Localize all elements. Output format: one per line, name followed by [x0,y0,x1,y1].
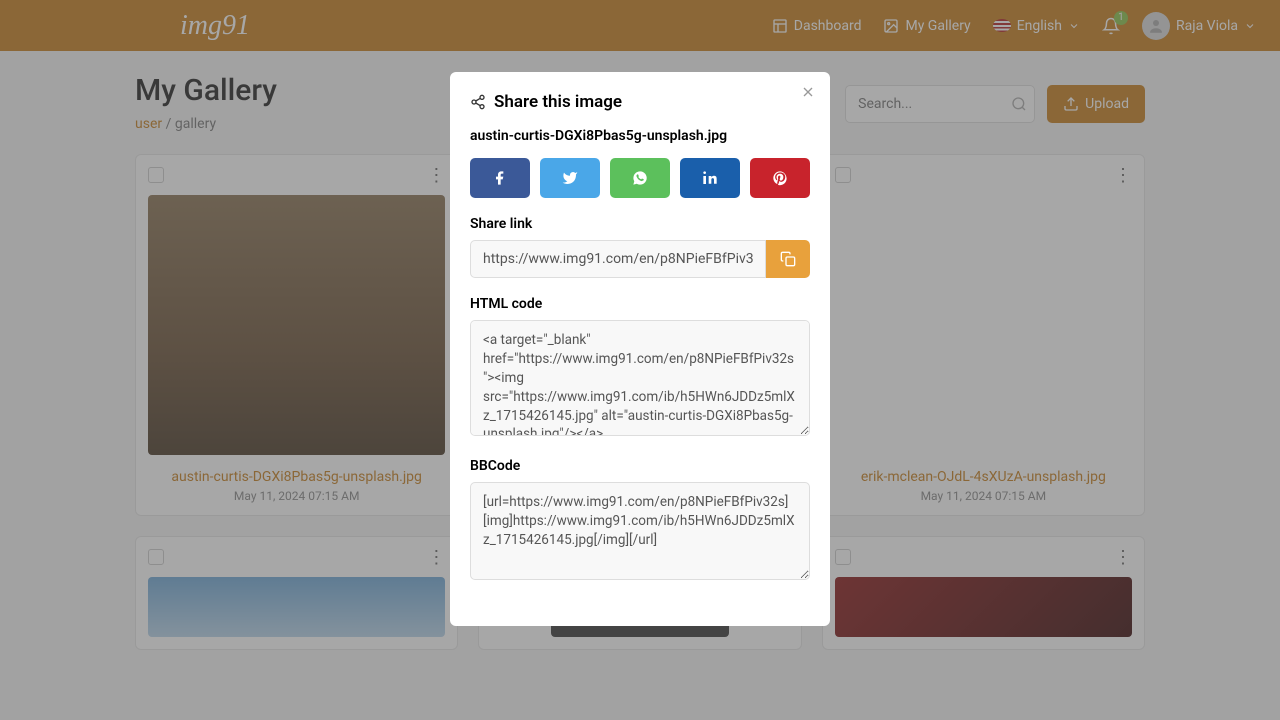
facebook-icon [492,170,508,186]
share-link-label: Share link [470,216,810,232]
share-twitter-button[interactable] [540,158,600,198]
copy-link-button[interactable] [766,240,810,278]
pinterest-icon [772,170,788,186]
copy-icon [780,251,796,267]
twitter-icon [562,170,578,186]
whatsapp-icon [632,170,648,186]
bbcode-textarea[interactable] [470,482,810,580]
share-icon [470,94,486,110]
html-code-textarea[interactable] [470,320,810,436]
close-button[interactable] [800,84,816,100]
share-facebook-button[interactable] [470,158,530,198]
share-whatsapp-button[interactable] [610,158,670,198]
share-modal: Share this image austin-curtis-DGXi8Pbas… [450,72,830,626]
modal-filename: austin-curtis-DGXi8Pbas5g-unsplash.jpg [470,128,810,144]
share-link-input[interactable] [470,240,766,278]
share-linkedin-button[interactable] [680,158,740,198]
html-code-label: HTML code [470,296,810,312]
bbcode-label: BBCode [470,458,810,474]
share-pinterest-button[interactable] [750,158,810,198]
close-icon [800,84,816,100]
linkedin-icon [702,170,718,186]
modal-title: Share this image [470,92,810,112]
